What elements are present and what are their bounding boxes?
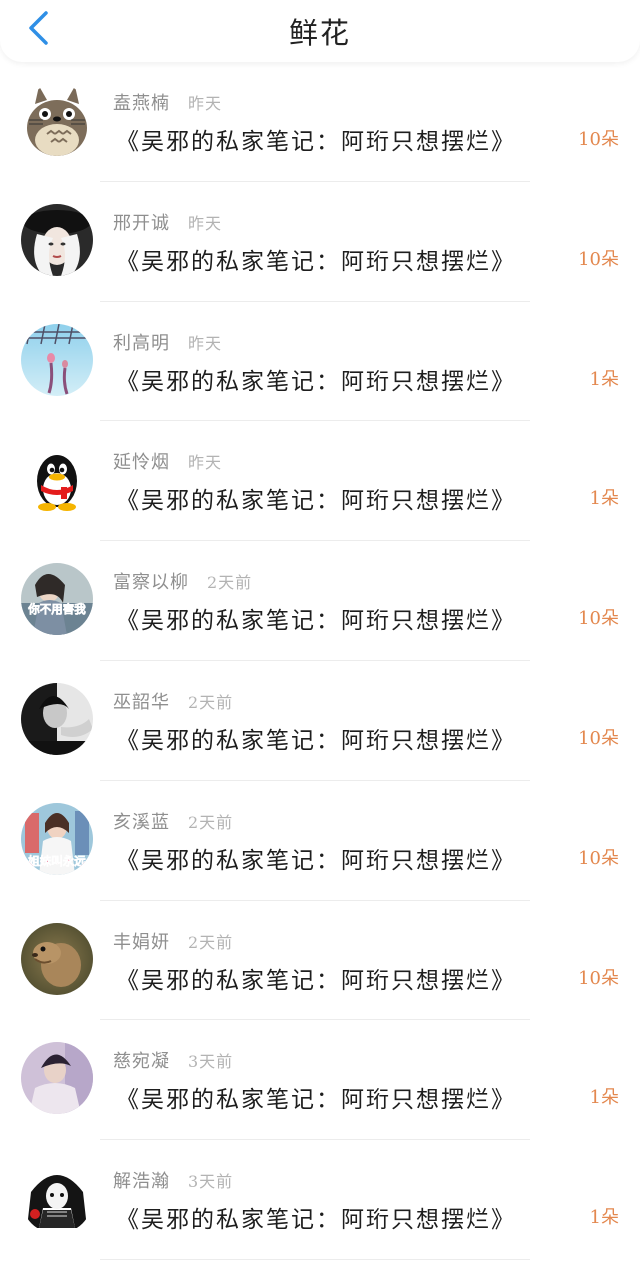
gift-time: 2天前: [207, 573, 253, 593]
flower-count: 1朵: [589, 368, 619, 390]
book-title[interactable]: 《吴邪的私家笔记：阿珩只想摆烂》: [116, 362, 516, 396]
gift-time: 2天前: [188, 692, 234, 712]
user-name[interactable]: 慈宛凝: [113, 1051, 170, 1072]
flower-count: 10朵: [578, 608, 619, 630]
user-avatar[interactable]: 姐妹叫永远: [21, 802, 93, 875]
book-title[interactable]: 《吴邪的私家笔记：阿珩只想摆烂》: [116, 1200, 516, 1234]
top-bar: 鲜花: [0, 0, 640, 62]
gift-row[interactable]: 延怜烟 昨天《吴邪的私家笔记：阿珩只想摆烂》 1朵: [0, 421, 640, 542]
gift-time: 昨天: [188, 94, 223, 113]
flower-count: 10朵: [578, 129, 619, 150]
gift-time: 昨天: [188, 213, 223, 233]
flower-count: 10朵: [578, 967, 619, 989]
book-title[interactable]: 《吴邪的私家笔记：阿珩只想摆烂》: [116, 841, 516, 875]
user-avatar[interactable]: [21, 922, 93, 995]
book-title[interactable]: 《吴邪的私家笔记：阿珩只想摆烂》: [116, 601, 516, 635]
user-name[interactable]: 邢开诚: [113, 213, 170, 234]
gift-row[interactable]: 丰娟妍 2天前《吴邪的私家笔记：阿珩只想摆烂》 10朵: [0, 901, 640, 1021]
user-avatar[interactable]: 你不用害我: [21, 563, 93, 636]
flower-count: 1朵: [589, 1087, 619, 1109]
book-title[interactable]: 《吴邪的私家笔记：阿珩只想摆烂》: [116, 242, 516, 276]
book-title[interactable]: 《吴邪的私家笔记：阿珩只想摆烂》: [116, 721, 516, 755]
book-title[interactable]: 《吴邪的私家笔记：阿珩只想摆烂》: [116, 122, 516, 156]
gift-meta: 利高明 昨天: [113, 329, 222, 355]
gift-row[interactable]: 解浩瀚 3天前《吴邪的私家笔记：阿珩只想摆烂》 1朵: [0, 1140, 640, 1260]
gift-row[interactable]: 姐妹叫永远 亥溪蓝 2天前《吴邪的私家笔记：阿珩只想摆烂》 10朵: [0, 781, 640, 901]
user-avatar[interactable]: [21, 323, 93, 396]
gift-row[interactable]: 利高明 昨天《吴邪的私家笔记：阿珩只想摆烂》 1朵: [0, 302, 640, 422]
gift-meta: 盍燕楠 昨天: [113, 89, 222, 115]
user-avatar[interactable]: [21, 682, 93, 755]
user-avatar[interactable]: [21, 84, 93, 156]
gift-meta: 延怜烟 昨天: [113, 448, 222, 474]
gift-meta: 富察以柳 2天前: [113, 568, 252, 594]
user-name[interactable]: 延怜烟: [113, 452, 170, 473]
flower-count: 1朵: [589, 488, 619, 510]
avatar-caption: 姐妹叫永远: [28, 854, 86, 868]
book-title[interactable]: 《吴邪的私家笔记：阿珩只想摆烂》: [116, 1080, 516, 1114]
user-avatar[interactable]: [21, 1162, 93, 1235]
avatar-caption: 你不用害我: [27, 602, 86, 616]
gift-meta: 慈宛凝 3天前: [113, 1047, 233, 1073]
user-avatar[interactable]: [21, 203, 93, 276]
user-name[interactable]: 富察以柳: [113, 572, 189, 593]
user-avatar[interactable]: [21, 443, 93, 516]
gift-time: 昨天: [188, 333, 223, 353]
gift-meta: 丰娟妍 2天前: [113, 928, 233, 954]
row-divider: [100, 1258, 530, 1260]
gift-meta: 巫韶华 2天前: [113, 688, 233, 714]
user-name[interactable]: 巫韶华: [113, 692, 170, 713]
book-title[interactable]: 《吴邪的私家笔记：阿珩只想摆烂》: [116, 481, 516, 515]
gift-row[interactable]: 邢开诚 昨天《吴邪的私家笔记：阿珩只想摆烂》 10朵: [0, 182, 640, 302]
flower-count: 10朵: [578, 727, 619, 749]
gift-row[interactable]: 巫韶华 2天前《吴邪的私家笔记：阿珩只想摆烂》 10朵: [0, 661, 640, 781]
flower-count: 10朵: [578, 248, 619, 270]
gift-meta: 解浩瀚 3天前: [113, 1167, 233, 1193]
user-name[interactable]: 亥溪蓝: [113, 812, 170, 833]
user-name[interactable]: 盍燕楠: [113, 93, 170, 114]
user-name[interactable]: 丰娟妍: [113, 932, 170, 953]
flower-count: 1朵: [589, 1207, 619, 1229]
gift-list[interactable]: 盍燕楠 昨天 《吴邪的私家笔记：阿珩只想摆烂》 10朵 邢开诚 昨天 《吴邪的私家笔记：阿…: [0, 62, 640, 1260]
gift-meta: 亥溪蓝 2天前: [113, 808, 233, 834]
gift-row[interactable]: 盍燕楠 昨天《吴邪的私家笔记：阿珩只想摆烂》 10朵: [0, 62, 640, 182]
flower-gifts-page: 鲜花 盍燕楠 昨天 《吴邪的私家笔记：阿珩只想摆烂》 10朵 邢开诚 昨天 《吴邪的私家笔…: [0, 0, 640, 1263]
user-name[interactable]: 利高明: [113, 333, 170, 354]
gift-time: 2天前: [188, 812, 234, 832]
gift-time: 3天前: [188, 1172, 234, 1192]
gift-time: 3天前: [188, 1052, 234, 1072]
user-name[interactable]: 解浩瀚: [113, 1171, 170, 1192]
book-title[interactable]: 《吴邪的私家笔记：阿珩只想摆烂》: [116, 961, 516, 995]
gift-time: 昨天: [188, 453, 223, 473]
gift-row[interactable]: 慈宛凝 3天前《吴邪的私家笔记：阿珩只想摆烂》 1朵: [0, 1020, 640, 1141]
gift-time: 2天前: [188, 932, 234, 952]
gift-row[interactable]: 你不用害我 富察以柳 2天前《吴邪的私家笔记：阿珩只想摆烂》 10朵: [0, 541, 640, 661]
flower-count: 10朵: [578, 847, 619, 869]
page-title: 鲜花: [288, 16, 351, 50]
gift-meta: 邢开诚 昨天: [113, 209, 222, 235]
user-avatar[interactable]: [21, 1042, 93, 1115]
